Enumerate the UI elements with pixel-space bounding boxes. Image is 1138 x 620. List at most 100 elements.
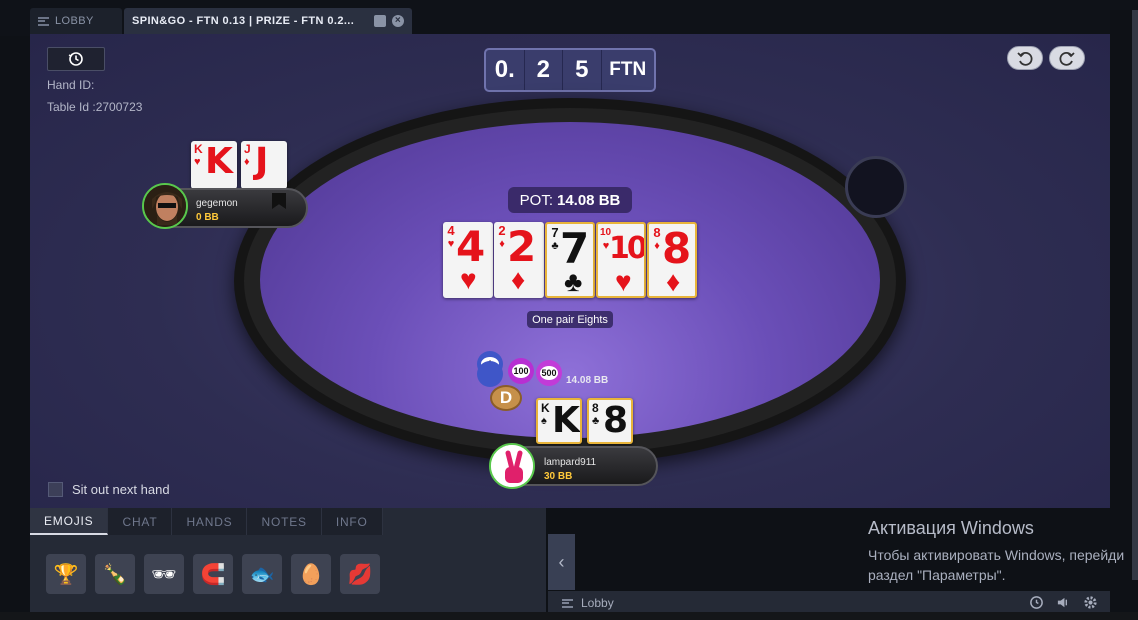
chip-stack: [477, 361, 503, 387]
club-icon: ♣: [564, 266, 583, 297]
opponent-avatar[interactable]: [142, 183, 188, 229]
fish-emoji-button[interactable]: 🐟: [242, 554, 282, 594]
pot-label: POT:: [519, 191, 553, 209]
egg-emoji-button[interactable]: 🥚: [291, 554, 331, 594]
scrollbar[interactable]: [1132, 10, 1138, 580]
emoji-list: 🏆 🍾 🕶 🧲 🐟 🥚 💋: [46, 554, 380, 594]
table-id: Table Id :2700723: [47, 100, 143, 114]
opponent-card: K ♥ K: [191, 141, 237, 189]
blinds-display: 0. 2 5 FTN: [484, 48, 656, 92]
sit-out-checkbox[interactable]: [48, 482, 63, 497]
hand-id: Hand ID:: [47, 78, 95, 92]
note-bookmark-icon[interactable]: [272, 193, 286, 209]
tab-hands[interactable]: HANDS: [172, 508, 248, 535]
sit-out-label: Sit out next hand: [72, 482, 170, 497]
board-card: 2 ♦ 2 ♦: [494, 222, 544, 298]
empty-seat[interactable]: [845, 156, 907, 218]
card-suit: ♦: [654, 240, 660, 252]
card-rank: 8: [653, 225, 661, 240]
tab-lobby[interactable]: LOBBY: [30, 8, 122, 34]
tab-table-label: SPIN&GO - FTN 0.13 | PRIZE - FTN 0.2...: [132, 15, 355, 27]
card-suit: ♦: [499, 238, 505, 250]
bottle-emoji-button[interactable]: 🍾: [95, 554, 135, 594]
oscar-emoji-button[interactable]: 🏆: [46, 554, 86, 594]
bet-chip: 100: [508, 358, 534, 384]
hero-name: lampard911: [544, 457, 597, 468]
card-rank: 7: [551, 225, 559, 240]
tab-chat[interactable]: CHAT: [108, 508, 173, 535]
collapse-panel-button[interactable]: ‹: [548, 534, 575, 590]
rotate-left-icon: [1017, 51, 1033, 66]
diamond-icon: ♦: [511, 264, 526, 295]
tab-notes[interactable]: NOTES: [247, 508, 322, 535]
blinds-unit: FTN: [609, 59, 647, 80]
sound-icon[interactable]: [1056, 595, 1071, 610]
rotate-right-icon: [1059, 51, 1075, 66]
windows-activation-watermark: Активация Windows Чтобы активировать Win…: [868, 518, 1124, 585]
gear-icon[interactable]: [1083, 595, 1098, 610]
heart-icon: ♥: [615, 266, 632, 297]
board-card-winning: 7 ♣ 7 ♣: [545, 222, 595, 298]
detach-icon[interactable]: [374, 15, 386, 27]
horseshoe-emoji-button[interactable]: 🧲: [193, 554, 233, 594]
chip-value: 500: [540, 366, 558, 380]
chat-panel: EMOJIS CHAT HANDS NOTES INFO 🏆 🍾 🕶 🧲 🐟 🥚…: [30, 508, 546, 612]
card-suit: ♠: [541, 415, 547, 427]
lobby-icon: [38, 16, 49, 26]
board-card-winning: 10 ♥ 10 ♥: [596, 222, 646, 298]
hero-stack: 30 BB: [544, 471, 573, 482]
sit-out-toggle[interactable]: Sit out next hand: [48, 482, 170, 497]
lobby-icon: [562, 598, 573, 608]
hero-card: K ♠ K: [536, 398, 582, 444]
card-rank: 2: [498, 223, 506, 238]
pot-display: POT: 14.08 BB: [508, 187, 632, 213]
redo-button[interactable]: [1049, 46, 1085, 70]
table-area: Hand ID: Table Id :2700723 0. 2 5 FTN PO…: [30, 34, 1110, 508]
card-rank: K: [541, 401, 550, 415]
opponent-name: gegemon: [196, 198, 238, 209]
poker-client-window: LOBBY SPIN&GO - FTN 0.13 | PRIZE - FTN 0…: [0, 0, 1138, 620]
card-suit: ♥: [194, 156, 201, 168]
close-icon[interactable]: ×: [392, 15, 404, 27]
card-rank: 8: [592, 401, 599, 415]
card-rank: J: [244, 142, 251, 156]
activation-line2: раздел "Параметры".: [868, 567, 1006, 583]
card-rank: 4: [447, 223, 455, 238]
lips-emoji-button[interactable]: 💋: [340, 554, 380, 594]
history-icon: [68, 52, 83, 66]
undo-button[interactable]: [1007, 46, 1043, 70]
activation-line1: Чтобы активировать Windows, перейди: [868, 547, 1125, 563]
card-suit: ♦: [244, 156, 250, 168]
activation-title: Активация Windows: [868, 518, 1034, 538]
hand-history-button[interactable]: [47, 47, 105, 71]
blinds-digit: 5: [563, 50, 602, 90]
board-card: 4 ♥ 4 ♥: [443, 222, 493, 298]
dealer-button: D: [490, 385, 522, 411]
hand-rank-label: One pair Eights: [527, 311, 613, 328]
history-icon[interactable]: [1029, 595, 1044, 610]
card-rank: K: [194, 142, 203, 156]
desktop-strip: [0, 612, 1138, 620]
card-suit: ♥: [447, 238, 455, 250]
blinds-digit: 2: [525, 50, 563, 90]
sunglasses-emoji-button[interactable]: 🕶: [144, 554, 184, 594]
heart-icon: ♥: [460, 264, 477, 295]
tab-lobby-label: LOBBY: [55, 15, 94, 27]
tab-emojis[interactable]: EMOJIS: [30, 508, 109, 535]
board-card-winning: 8 ♦ 8 ♦: [647, 222, 697, 298]
tab-table[interactable]: SPIN&GO - FTN 0.13 | PRIZE - FTN 0.2... …: [124, 8, 412, 34]
card-rank-large: J: [255, 141, 269, 182]
diamond-icon: ♦: [666, 266, 681, 297]
bet-amount: 14.08 BB: [566, 375, 609, 386]
panel-tabs: EMOJIS CHAT HANDS NOTES INFO: [30, 508, 383, 535]
hero-avatar[interactable]: [489, 443, 535, 489]
opponent-card: J ♦ J: [241, 141, 287, 189]
card-rank-large: 8: [603, 400, 629, 441]
opponent-stack: 0 BB: [196, 212, 219, 223]
card-rank-large: K: [552, 400, 580, 441]
pot-value: 14.08 BB: [556, 191, 621, 209]
card-rank-large: K: [205, 141, 233, 182]
lobby-label: Lobby: [581, 596, 614, 610]
tab-info[interactable]: INFO: [321, 508, 383, 535]
bet-chip: 500: [536, 360, 562, 386]
